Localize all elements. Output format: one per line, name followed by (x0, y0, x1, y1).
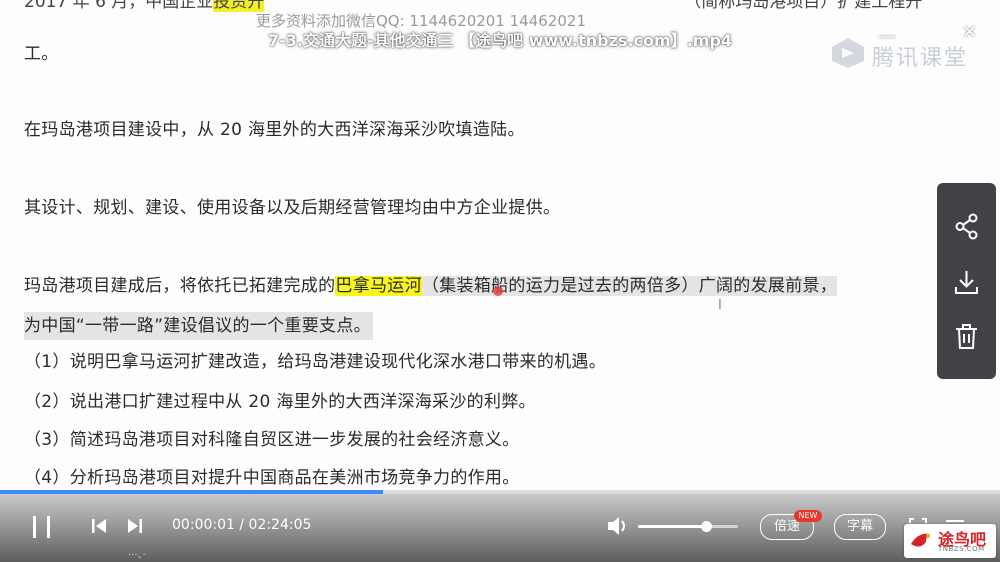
volume-fill (638, 525, 706, 528)
tencent-classroom-watermark: 腾讯课堂 (872, 46, 969, 71)
doc-line-4: 为中国“一带一路”建设倡议的一个重要支点。 (24, 312, 373, 340)
doc-line-2: 其设计、规划、建设、使用设备以及后期经营管理均由中方企业提供。 (24, 198, 561, 218)
subtitle-button[interactable]: 字幕 (834, 514, 886, 540)
new-badge: NEW (794, 510, 822, 522)
highlight-panama-canal: 巴拿马运河 (335, 276, 422, 296)
question-4: （4）分析玛岛港项目对提升中国商品在美洲市场竞争力的作用。 (24, 468, 520, 488)
duration: 02:24:05 (248, 517, 312, 533)
question-2: （2）说出港口扩建过程中从 20 海里外的大西洋深海采沙的利弊。 (24, 392, 536, 412)
top-fragment-tail: （简称玛岛港项目）扩建工程开 (684, 0, 923, 12)
bottom-text-fragment: ···、· (128, 550, 146, 561)
doc-line-3-a: 玛岛港项目建成后，将依托已拓建完成的 (24, 276, 336, 296)
progress-fill (0, 490, 383, 494)
doc-line-3: 玛岛港项目建成后，将依托已拓建完成的巴拿马运河（集装箱船的运力是过去的两倍多）广… (24, 274, 838, 298)
download-icon[interactable] (951, 267, 982, 298)
tencent-classroom-logo-icon (832, 38, 864, 68)
text-cursor-icon: I (718, 298, 722, 313)
share-icon[interactable] (951, 211, 982, 242)
tnbzs-brand-badge: 途鸟吧 TNBZS.COM (904, 524, 996, 558)
document-page: 2017 年 6 月，中国企业投资开 （简称玛岛港项目）扩建工程开 更多资料添加微… (0, 0, 1000, 490)
question-1: （1）说明巴拿马运河扩建改造，给玛岛港建设现代化深水港口带来的机遇。 (24, 352, 607, 372)
brand-url: TNBZS.COM (938, 545, 985, 553)
top-fragment-lead: 2017 年 6 月，中国企业 (24, 0, 214, 12)
volume-handle[interactable] (701, 521, 712, 532)
doc-line-1: 在玛岛港项目建设中，从 20 海里外的大西洋深海采沙吹填造陆。 (24, 120, 525, 140)
next-icon[interactable] (126, 518, 144, 534)
time-display: 00:00:01 / 02:24:05 (172, 517, 311, 533)
volume-slider[interactable] (638, 521, 738, 532)
question-3: （3）简述玛岛港项目对科隆自贸区进一步发展的社会经济意义。 (24, 430, 520, 450)
pause-icon[interactable] (30, 514, 54, 540)
doc-line-3-b: （集装箱船的运力是过去的两倍多）广阔的发展前景， (421, 276, 838, 296)
bird-logo-icon (911, 533, 930, 547)
volume-icon[interactable] (606, 515, 630, 537)
current-time: 00:00:01 (172, 517, 235, 533)
progress-bar[interactable] (0, 490, 1000, 494)
trash-icon[interactable] (951, 321, 982, 352)
previous-icon[interactable] (90, 518, 108, 534)
time-separator: / (239, 517, 245, 533)
player-control-bar: 00:00:01 / 02:24:05 倍速 NEW 字幕 ···、· (0, 490, 1000, 562)
pointer-dot (493, 286, 503, 296)
side-action-panel (937, 183, 996, 379)
